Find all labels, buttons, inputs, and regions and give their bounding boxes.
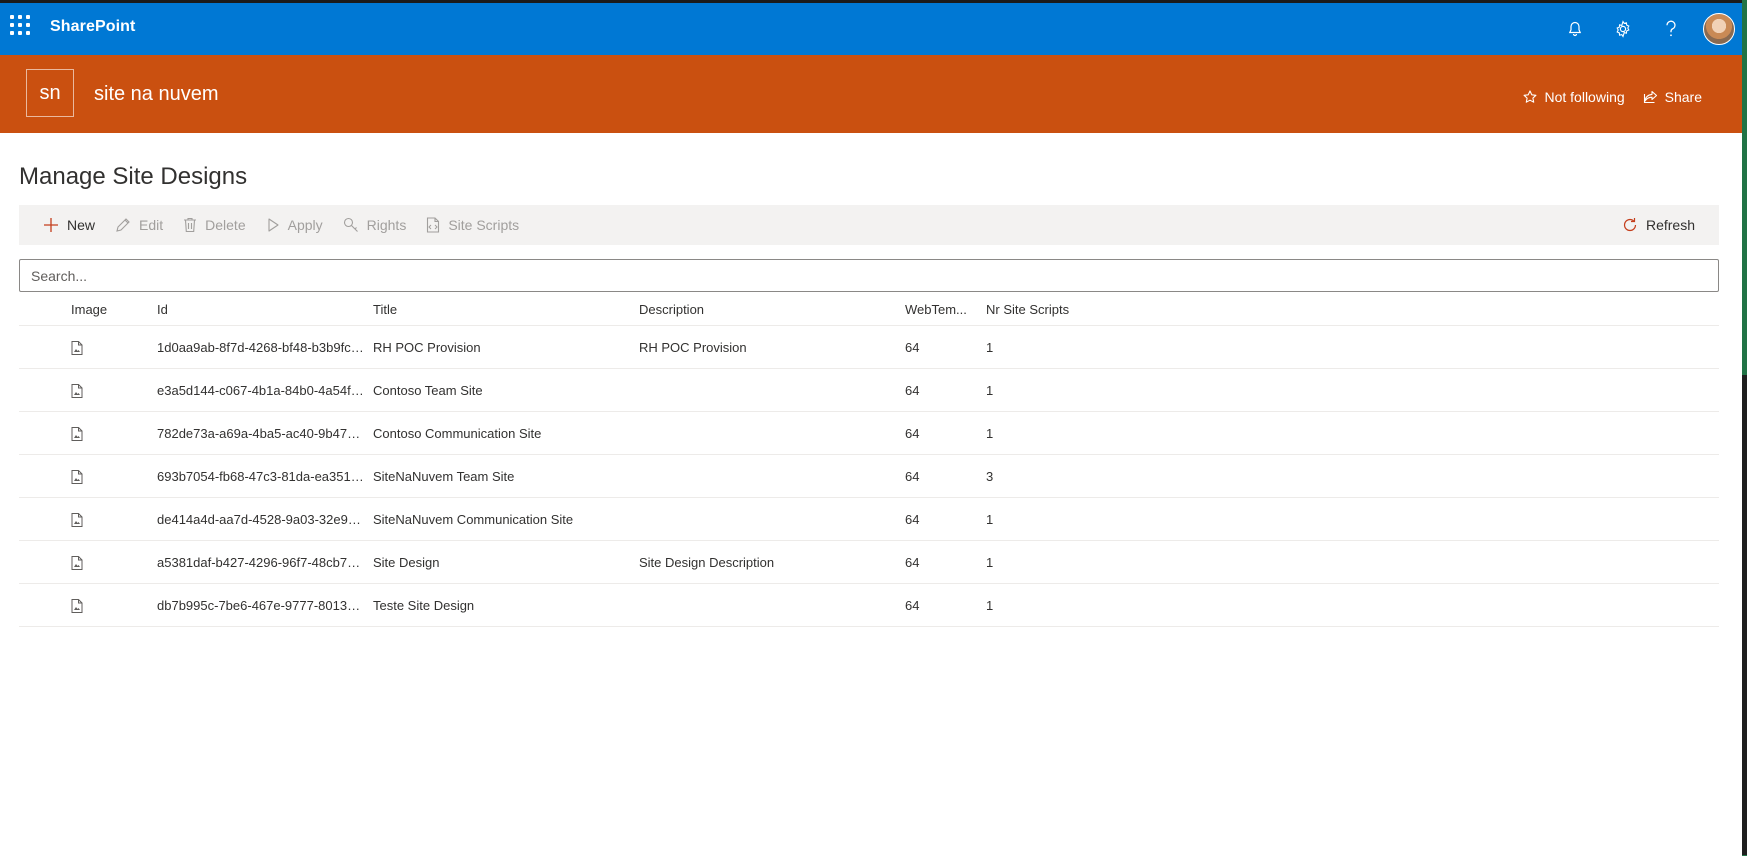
- cell-id: 1d0aa9ab-8f7d-4268-bf48-b3b9fc0...: [157, 339, 369, 355]
- table-header: Image Id Title Description WebTem... Nr …: [19, 294, 1719, 326]
- bell-icon[interactable]: [1551, 5, 1599, 53]
- cell-title: Contoso Communication Site: [373, 425, 542, 441]
- edit-button[interactable]: Edit: [107, 205, 171, 245]
- cell-webtemplate: 64: [905, 382, 920, 398]
- rights-label: Rights: [366, 217, 407, 233]
- gear-icon[interactable]: [1599, 5, 1647, 53]
- site-scripts-label: Site Scripts: [448, 217, 520, 233]
- cell-webtemplate: 64: [905, 425, 920, 441]
- cell-id: 693b7054-fb68-47c3-81da-ea351d...: [157, 468, 369, 484]
- cell-nr-site-scripts: 1: [986, 382, 994, 398]
- cell-webtemplate: 64: [905, 597, 920, 613]
- cell-webtemplate: 64: [905, 339, 920, 355]
- help-icon[interactable]: [1647, 5, 1695, 53]
- table-row[interactable]: db7b995c-7be6-467e-9777-80138... Teste S…: [19, 584, 1719, 627]
- share-icon: [1643, 90, 1657, 104]
- refresh-icon: [1623, 218, 1637, 232]
- waffle-icon[interactable]: [8, 13, 30, 35]
- avatar[interactable]: [1703, 13, 1735, 45]
- cell-nr-site-scripts: 1: [986, 511, 994, 527]
- cell-webtemplate: 64: [905, 468, 920, 484]
- play-icon: [268, 218, 279, 232]
- cell-description: RH POC Provision: [639, 339, 747, 355]
- site-title[interactable]: site na nuvem: [94, 83, 219, 106]
- cell-nr-site-scripts: 1: [986, 339, 994, 355]
- document-image-icon: [71, 469, 83, 484]
- table-row[interactable]: e3a5d144-c067-4b1a-84b0-4a54fe... Contos…: [19, 369, 1719, 412]
- cell-title: RH POC Provision: [373, 339, 481, 355]
- cell-nr-site-scripts: 3: [986, 468, 994, 484]
- table-row[interactable]: 782de73a-a69a-4ba5-ac40-9b4706... Contos…: [19, 412, 1719, 455]
- cell-description: Site Design Description: [639, 554, 775, 570]
- edit-label: Edit: [139, 217, 164, 233]
- refresh-button[interactable]: Refresh: [1614, 205, 1703, 245]
- new-button[interactable]: New: [19, 205, 103, 245]
- cell-webtemplate: 64: [905, 554, 920, 570]
- share-button[interactable]: Share: [1643, 89, 1702, 105]
- cell-title: Teste Site Design: [373, 597, 475, 613]
- table-row[interactable]: 1d0aa9ab-8f7d-4268-bf48-b3b9fc0... RH PO…: [19, 326, 1719, 369]
- rights-button[interactable]: Rights: [335, 205, 415, 245]
- follow-button[interactable]: Not following: [1523, 89, 1625, 105]
- delete-label: Delete: [205, 217, 246, 233]
- column-header-image[interactable]: Image: [19, 302, 157, 317]
- column-header-id[interactable]: Id: [157, 302, 373, 317]
- cell-title: Contoso Team Site: [373, 382, 483, 398]
- document-image-icon: [71, 512, 83, 527]
- site-designs-table: Image Id Title Description WebTem... Nr …: [19, 294, 1719, 627]
- command-bar: New Edit Delete Apply Rights Site Script…: [19, 205, 1719, 245]
- cell-webtemplate: 64: [905, 511, 920, 527]
- column-header-webtemplate[interactable]: WebTem...: [905, 302, 986, 317]
- site-scripts-button[interactable]: Site Scripts: [418, 205, 527, 245]
- follow-label: Not following: [1544, 89, 1625, 105]
- cell-id: 782de73a-a69a-4ba5-ac40-9b4706...: [157, 425, 373, 441]
- column-header-title[interactable]: Title: [373, 302, 639, 317]
- key-icon: [343, 217, 358, 232]
- star-icon: [1524, 90, 1537, 103]
- column-header-nr-site-scripts[interactable]: Nr Site Scripts: [986, 302, 1106, 317]
- cell-id: a5381daf-b427-4296-96f7-48cb70c...: [157, 554, 372, 570]
- scrollbar-thumb[interactable]: [1742, 375, 1747, 855]
- apply-button[interactable]: Apply: [258, 205, 331, 245]
- new-label: New: [67, 217, 96, 233]
- table-row[interactable]: 693b7054-fb68-47c3-81da-ea351d... SiteNa…: [19, 455, 1719, 498]
- table-row[interactable]: a5381daf-b427-4296-96f7-48cb70c... Site …: [19, 541, 1719, 584]
- document-image-icon: [71, 340, 83, 355]
- table-row[interactable]: de414a4d-aa7d-4528-9a03-32e90... SiteNaN…: [19, 498, 1719, 541]
- suite-icons: [1551, 3, 1747, 55]
- pencil-icon: [116, 218, 130, 232]
- cell-nr-site-scripts: 1: [986, 425, 994, 441]
- document-image-icon: [71, 383, 83, 398]
- document-image-icon: [71, 555, 83, 570]
- site-header: sn site na nuvem Not following Share: [0, 55, 1742, 133]
- cell-title: Site Design: [373, 554, 440, 570]
- search-input[interactable]: [19, 259, 1719, 292]
- cell-nr-site-scripts: 1: [986, 597, 994, 613]
- column-header-description[interactable]: Description: [639, 302, 905, 317]
- delete-button[interactable]: Delete: [175, 205, 253, 245]
- cell-title: SiteNaNuvem Communication Site: [373, 511, 574, 527]
- app-name[interactable]: SharePoint: [50, 18, 135, 36]
- site-actions: Not following Share: [1505, 89, 1702, 105]
- refresh-label: Refresh: [1645, 217, 1695, 233]
- script-icon: [427, 217, 440, 233]
- page-title: Manage Site Designs: [19, 163, 248, 190]
- document-image-icon: [71, 426, 83, 441]
- cell-title: SiteNaNuvem Team Site: [373, 468, 515, 484]
- site-logo[interactable]: sn: [26, 69, 74, 117]
- trash-icon: [184, 217, 197, 233]
- share-label: Share: [1664, 89, 1702, 105]
- add-icon: [44, 218, 58, 232]
- cell-id: e3a5d144-c067-4b1a-84b0-4a54fe...: [157, 382, 369, 398]
- cell-nr-site-scripts: 1: [986, 554, 994, 570]
- cell-id: de414a4d-aa7d-4528-9a03-32e90...: [157, 511, 366, 527]
- suite-bar: SharePoint: [0, 0, 1747, 55]
- apply-label: Apply: [287, 217, 323, 233]
- document-image-icon: [71, 598, 83, 613]
- cell-id: db7b995c-7be6-467e-9777-80138...: [157, 597, 366, 613]
